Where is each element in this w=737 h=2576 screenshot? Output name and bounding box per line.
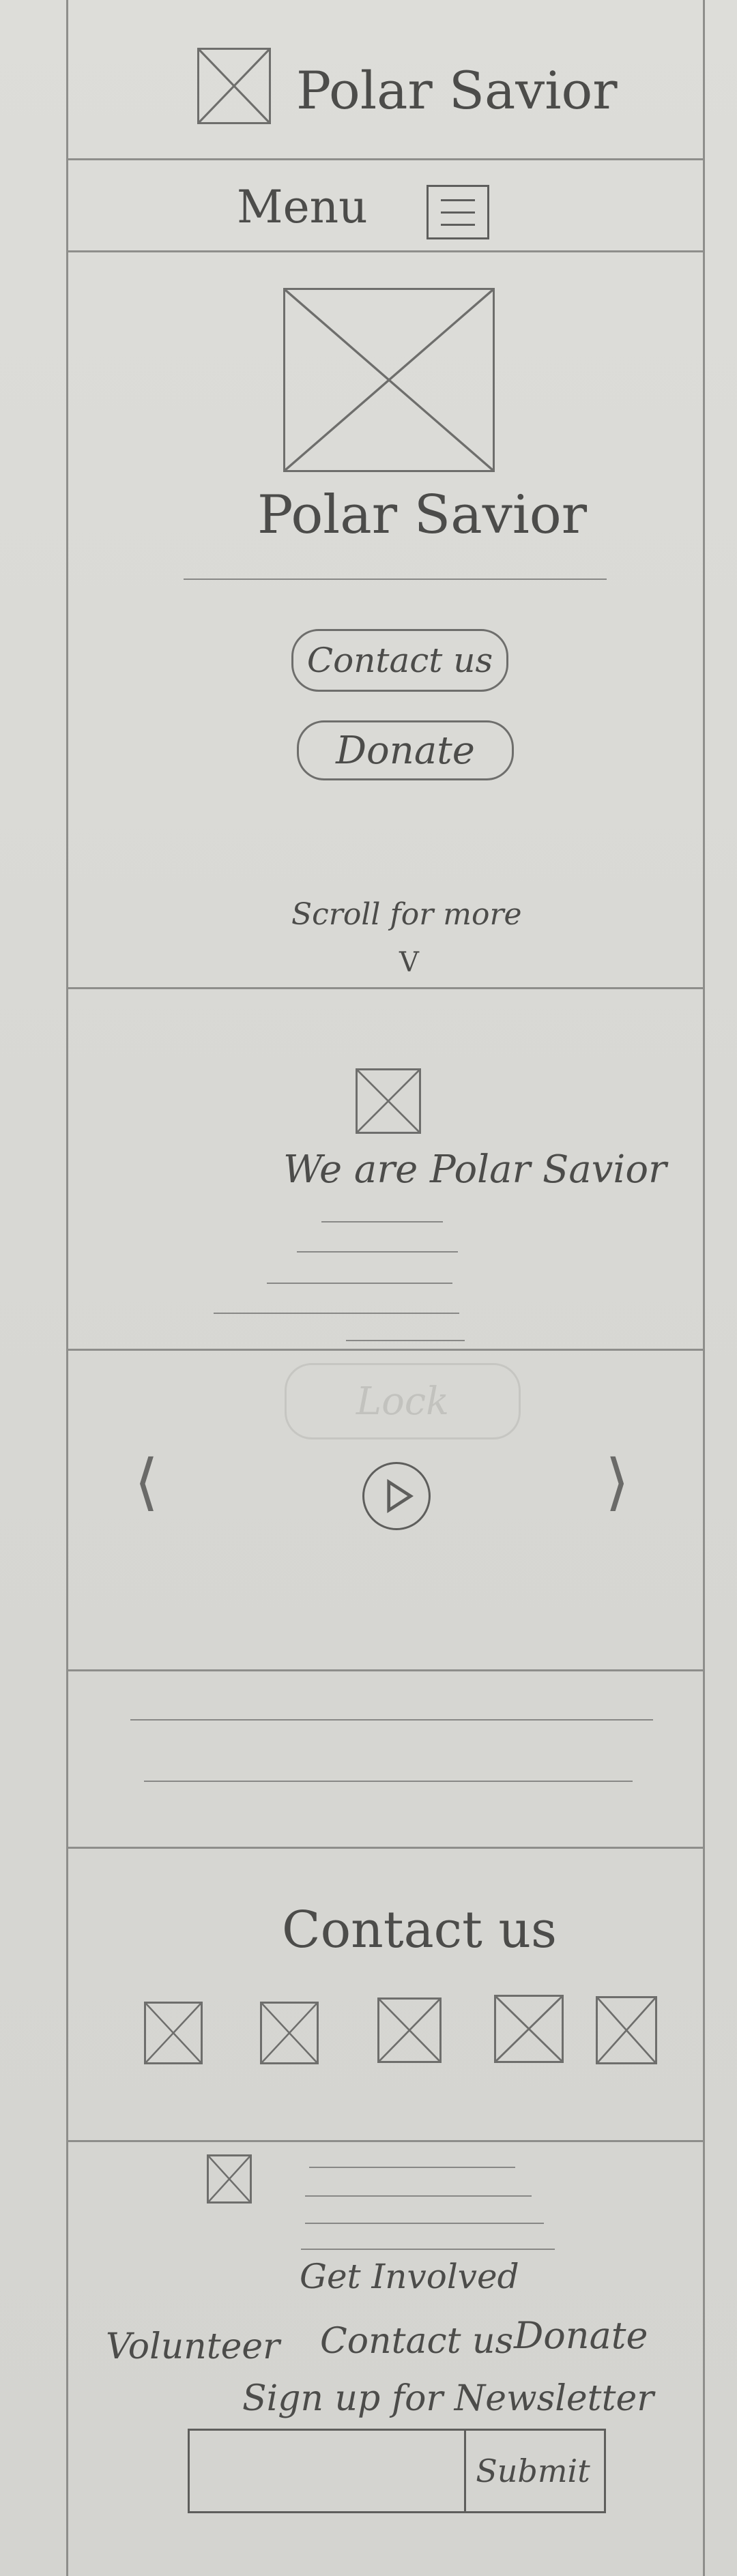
newsletter-label: Sign up for Newsletter: [242, 2378, 654, 2419]
contact-icon-5[interactable]: [596, 1996, 657, 2064]
contact-icon-2[interactable]: [260, 2002, 319, 2064]
hero-divider: [184, 579, 607, 580]
menu-bar[interactable]: Menu: [66, 160, 705, 252]
faded-button-label: Lock: [356, 1379, 450, 1424]
about-image-placeholder: [356, 1068, 421, 1134]
about-text-line: [214, 1313, 459, 1314]
play-icon: [387, 1479, 414, 1513]
play-button[interactable]: [362, 1462, 431, 1530]
hamburger-icon[interactable]: [427, 185, 489, 239]
text-line: [130, 1719, 653, 1721]
contact-icon-1[interactable]: [144, 2002, 203, 2064]
chevron-right-icon[interactable]: ⟩: [605, 1446, 629, 1518]
site-footer: Get Involved Volunteer Contact us Donate…: [66, 2142, 705, 2576]
text-section: [66, 1671, 705, 1849]
about-text-line: [267, 1283, 452, 1284]
faded-button[interactable]: Lock: [285, 1363, 521, 1439]
footer-link-donate[interactable]: Donate: [514, 2314, 648, 2357]
newsletter-email-input[interactable]: [190, 2431, 466, 2511]
contact-section: Contact us: [66, 1849, 705, 2142]
footer-link-volunteer[interactable]: Volunteer: [106, 2326, 280, 2367]
footer-text-line: [301, 2249, 555, 2250]
menu-label[interactable]: Menu: [237, 181, 368, 233]
wireframe-page: Polar Savior Menu Polar Savior Contact u…: [0, 0, 737, 2576]
carousel-section: Lock ⟨ ⟩: [66, 1351, 705, 1671]
hero-section: Polar Savior Contact us Donate Scroll fo…: [66, 252, 705, 989]
text-line: [144, 1781, 633, 1782]
submit-button[interactable]: Submit: [462, 2431, 604, 2511]
about-text-line: [346, 1340, 465, 1341]
footer-text-line: [309, 2167, 515, 2168]
footer-text-line: [305, 2195, 532, 2197]
contact-icon-3[interactable]: [377, 1997, 442, 2063]
contact-icon-4[interactable]: [494, 1995, 564, 2063]
contact-heading: Contact us: [282, 1901, 558, 1959]
newsletter-form: Submit: [188, 2429, 606, 2513]
logo-image-placeholder: [197, 48, 271, 124]
about-section: We are Polar Savior: [66, 989, 705, 1351]
contact-us-button[interactable]: Contact us: [291, 629, 508, 692]
about-heading: We are Polar Savior: [283, 1147, 667, 1192]
donate-button[interactable]: Donate: [297, 720, 514, 780]
footer-logo-placeholder: [207, 2154, 252, 2204]
footer-link-contact-us[interactable]: Contact us: [320, 2321, 513, 2362]
get-involved-heading: Get Involved: [300, 2257, 519, 2296]
about-text-line: [321, 1221, 443, 1223]
donate-button-label: Donate: [336, 728, 475, 773]
site-header: Polar Savior: [66, 0, 705, 160]
scroll-hint: Scroll for more: [291, 897, 522, 932]
hero-title: Polar Savior: [257, 484, 588, 546]
brand-title[interactable]: Polar Savior: [296, 60, 618, 121]
hero-image-placeholder: [283, 288, 495, 472]
chevron-left-icon[interactable]: ⟨: [134, 1446, 158, 1518]
footer-text-line: [305, 2223, 544, 2224]
scroll-down-icon[interactable]: V: [399, 947, 419, 978]
about-text-line: [297, 1251, 458, 1253]
contact-us-button-label: Contact us: [306, 641, 493, 680]
